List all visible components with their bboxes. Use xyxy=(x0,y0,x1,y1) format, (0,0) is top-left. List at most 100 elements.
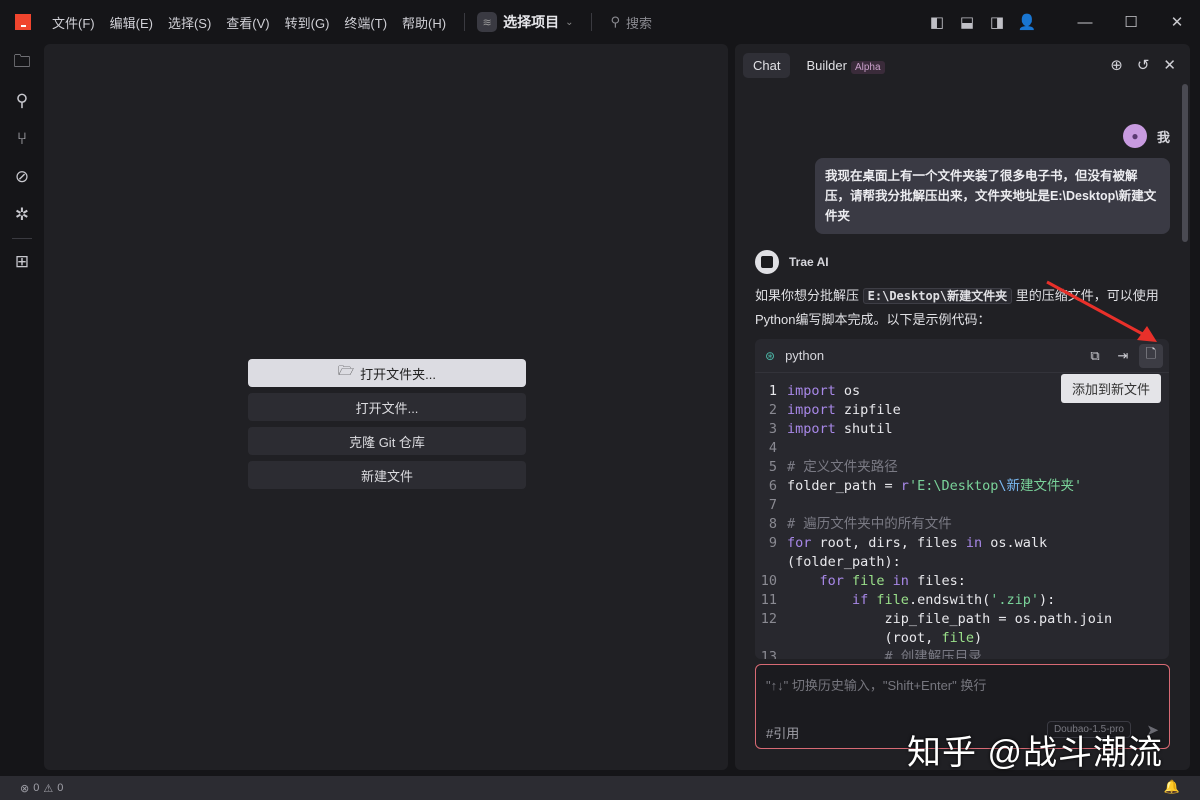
menu-view[interactable]: 查看(V) xyxy=(226,13,269,32)
warning-count[interactable]: 0 xyxy=(57,782,63,794)
code-token: (root, xyxy=(787,630,942,646)
line-number: 7 xyxy=(768,497,777,513)
source-control-icon[interactable]: ⑂ xyxy=(0,120,44,158)
close-icon[interactable]: ✕ xyxy=(1163,56,1176,74)
warning-icon[interactable]: ⚠ xyxy=(43,782,53,795)
line-number: 3 xyxy=(768,421,777,437)
ai-avatar xyxy=(755,250,779,274)
remote-icon[interactable]: ⊘ xyxy=(0,158,44,196)
layers-icon: ≋ xyxy=(477,12,498,32)
code-token: in xyxy=(884,573,909,589)
toggle-sidebar-icon[interactable]: ◧ xyxy=(922,13,952,31)
error-icon[interactable]: ⊗ xyxy=(20,782,29,795)
code-line: 10 for file in files: xyxy=(755,572,1169,591)
divider xyxy=(591,13,593,31)
menu-help[interactable]: 帮助(H) xyxy=(402,13,446,32)
extensions-icon[interactable]: ⊞ xyxy=(0,243,44,281)
toggle-panel-icon[interactable]: ⬓ xyxy=(952,13,982,31)
code-token: # 创建解压目录 xyxy=(787,649,982,659)
code-token: if xyxy=(852,592,869,608)
line-number xyxy=(755,553,787,572)
code-line: (root, file) xyxy=(755,629,1169,648)
close-button[interactable]: ✕ xyxy=(1154,13,1200,31)
code-token: 建文件夹' xyxy=(1019,478,1083,494)
code-token: ): xyxy=(1039,592,1056,608)
divider xyxy=(12,238,32,239)
code-token: 'E:\Desktop xyxy=(908,478,999,494)
menu-selection[interactable]: 选择(S) xyxy=(168,13,211,32)
code-line: 5 # 定义文件夹路径 xyxy=(755,458,1169,477)
code-token: file xyxy=(843,573,885,589)
bell-icon[interactable]: 🔔 xyxy=(1164,779,1180,795)
code-line: 4 xyxy=(755,439,1169,458)
input-placeholder: "↑↓" 切换历史输入，"Shift+Enter" 换行 xyxy=(766,678,987,693)
code-token: import xyxy=(787,402,836,418)
menu-edit[interactable]: 编辑(E) xyxy=(110,13,153,32)
user-header: ● 我 xyxy=(1122,124,1170,148)
explorer-icon[interactable]: 🗀 xyxy=(0,44,44,82)
line-number: 13 xyxy=(760,649,777,659)
code-token: r xyxy=(900,478,909,494)
clone-repo-button[interactable]: 克隆 Git 仓库 xyxy=(248,427,526,455)
line-number: 12 xyxy=(760,611,777,627)
code-line: 8 # 遍历文件夹中的所有文件 xyxy=(755,515,1169,534)
title-bar: 文件(F) 编辑(E) 选择(S) 查看(V) 转到(G) 终端(T) 帮助(H… xyxy=(0,0,1200,44)
error-count[interactable]: 0 xyxy=(33,782,39,794)
editor-welcome: 🗁 打开文件夹... 打开文件... 克隆 Git 仓库 新建文件 xyxy=(44,44,728,770)
code-token: os.walk xyxy=(982,535,1048,551)
new-chat-icon[interactable]: ⊕ xyxy=(1110,56,1123,74)
app-logo xyxy=(15,14,31,30)
project-label: 选择项目 xyxy=(503,14,560,30)
toggle-secondary-sidebar-icon[interactable]: ◨ xyxy=(982,13,1012,31)
builder-label: Builder xyxy=(806,58,847,73)
tab-builder[interactable]: Builder Alpha xyxy=(796,53,894,78)
chat-panel: Chat Builder Alpha ⊕ ↺ ✕ ● 我 我现在桌面上有一个文件夹… xyxy=(735,44,1190,770)
code-token: shutil xyxy=(835,421,893,437)
open-file-button[interactable]: 打开文件... xyxy=(248,393,526,421)
code-token: zipfile xyxy=(835,402,901,418)
line-number: 9 xyxy=(768,535,777,551)
open-folder-button[interactable]: 🗁 打开文件夹... xyxy=(248,359,526,387)
menu-file[interactable]: 文件(F) xyxy=(52,13,95,32)
code-token: for xyxy=(819,573,844,589)
history-icon[interactable]: ↺ xyxy=(1137,56,1150,74)
code-token: # 定义文件夹路径 xyxy=(787,459,898,475)
code-lines: 1 import os 2 import zipfile 3 import shutil 4… xyxy=(755,373,1169,659)
code-token: file xyxy=(941,630,974,646)
scrollbar[interactable] xyxy=(1182,84,1188,242)
new-file-button[interactable]: 新建文件 xyxy=(248,461,526,489)
code-line: 6 folder_path = r 'E:\Desktop \新 建文件夹' xyxy=(755,477,1169,496)
code-token: zip_file_path = os.path.join xyxy=(787,611,1113,627)
line-number: 5 xyxy=(768,459,777,475)
reference-button[interactable]: #引用 xyxy=(766,723,799,742)
search-box[interactable]: ⚲ 搜索 xyxy=(610,13,652,32)
open-folder-label: 打开文件夹... xyxy=(360,366,436,382)
inline-code: E:\Desktop\新建文件夹 xyxy=(862,288,1013,304)
ai-name: Trae AI xyxy=(789,255,829,269)
account-icon[interactable]: 👤 xyxy=(1012,13,1042,31)
code-token: .endswith( xyxy=(908,592,991,608)
search-icon[interactable]: ⚲ xyxy=(0,82,44,120)
minimize-button[interactable]: — xyxy=(1062,14,1108,31)
line-number: 11 xyxy=(760,592,777,608)
annotation-arrow xyxy=(1046,280,1157,342)
divider xyxy=(464,13,466,31)
code-line: 2 import zipfile xyxy=(755,401,1169,420)
code-token: import xyxy=(787,383,836,399)
line-number xyxy=(755,629,787,648)
alpha-badge: Alpha xyxy=(850,61,885,74)
maximize-button[interactable]: ☐ xyxy=(1108,13,1154,31)
chevron-down-icon: ⌄ xyxy=(565,16,574,28)
code-line: (folder_path): xyxy=(755,553,1169,572)
menu-terminal[interactable]: 终端(T) xyxy=(344,13,387,32)
debug-icon[interactable]: ✲ xyxy=(0,196,44,234)
code-token: files: xyxy=(908,573,966,589)
code-token: file xyxy=(868,592,909,608)
line-number: 1 xyxy=(768,383,777,399)
project-selector[interactable]: ≋ 选择项目 ⌄ xyxy=(477,12,573,32)
code-token: '.zip' xyxy=(990,592,1039,608)
code-token: in xyxy=(965,535,983,551)
menu-go[interactable]: 转到(G) xyxy=(285,13,330,32)
tab-chat[interactable]: Chat xyxy=(743,53,791,78)
